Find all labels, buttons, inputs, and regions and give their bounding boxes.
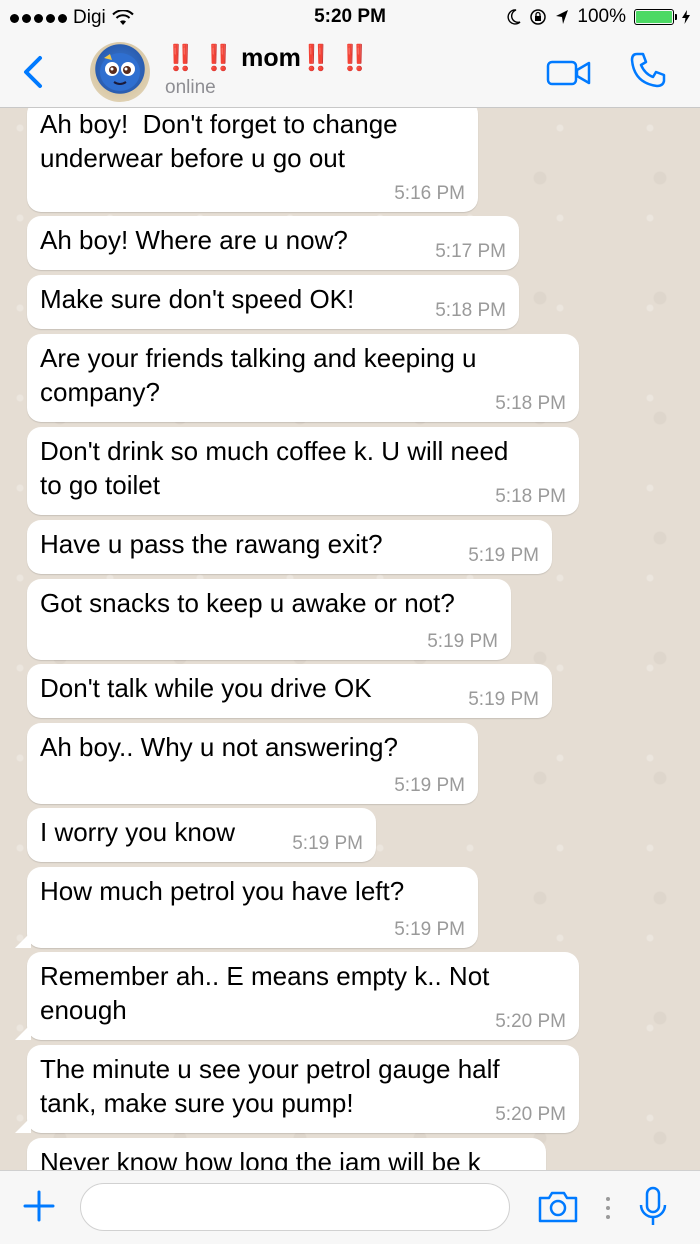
message-time: 5:18 PM [495,393,566,414]
back-button[interactable] [16,50,52,94]
battery-percent: 100% [577,6,626,27]
message-bubble[interactable]: Are your friends talking and keeping u c… [27,334,579,422]
message-text: Don't talk while you drive OK [40,673,372,703]
avatar[interactable] [90,42,150,102]
charging-icon [682,10,690,24]
message-bubble[interactable]: How much petrol you have left? 5:19 PM [15,867,478,948]
message-bubble[interactable]: I worry you know 5:19 PM [27,808,376,862]
message-input[interactable] [80,1183,510,1231]
message-bubble[interactable]: Have u pass the rawang exit? 5:19 PM [27,520,552,574]
rotation-lock-icon [530,9,547,25]
camera-icon [538,1191,578,1223]
camera-button[interactable] [536,1189,580,1225]
message-bubble[interactable]: Remember ah.. E means empty k.. Not enou… [15,952,579,1040]
message-bubble[interactable]: Don't talk while you drive OK 5:19 PM [27,664,552,718]
plus-icon [23,1190,55,1222]
message-time: 5:17 PM [435,241,506,262]
message-time: 5:19 PM [394,775,465,796]
message-bubble[interactable]: Ah boy.. Why u not answering? 5:19 PM [27,723,478,804]
message-bubble[interactable]: Don't drink so much coffee k. U will nee… [27,427,579,515]
message-bubble[interactable]: Ah boy! Don't forget to change underwear… [27,108,478,212]
voice-message-button[interactable] [638,1185,668,1229]
phone-icon [630,52,666,88]
message-bubble[interactable]: Make sure don't speed OK! 5:18 PM [27,275,519,329]
message-time: 5:19 PM [468,689,539,710]
message-time: 5:18 PM [435,300,506,321]
message-text: Ah boy! Don't forget to change underwear… [40,109,398,173]
message-text: Don't drink so much coffee k. U will nee… [40,436,509,500]
message-time: 5:20 PM [495,1104,566,1125]
message-time: 5:19 PM [427,631,498,652]
battery-fill [636,11,672,23]
message-time: 5:20 PM [495,1011,566,1032]
status-right-group: 100% [507,6,690,28]
status-bar: Digi 5:20 PM 100% [0,0,700,36]
message-bubble[interactable]: The minute u see your petrol gauge half … [15,1045,579,1133]
video-call-button[interactable] [546,58,592,88]
voice-call-button[interactable] [628,50,668,90]
message-time: 5:18 PM [495,486,566,507]
moon-icon [507,9,521,25]
contact-name[interactable]: ‼️ ‼️ mom‼️ ‼️ [165,44,370,73]
contact-status: online [165,77,216,98]
message-text: Are your friends talking and keeping u c… [40,343,477,407]
location-icon [556,10,569,24]
message-time: 5:16 PM [394,183,465,204]
battery-icon [634,9,677,25]
microphone-icon [639,1186,667,1225]
message-text: Never know how long the jam will be k [40,1147,481,1170]
message-text: Remember ah.. E means empty k.. Not enou… [40,961,490,1025]
composer-bar [0,1170,700,1244]
message-time: 5:19 PM [394,919,465,940]
message-bubble[interactable]: Ah boy! Where are u now? 5:17 PM [27,216,519,270]
message-text: Have u pass the rawang exit? [40,529,383,559]
message-bubble[interactable]: Never know how long the jam will be k [27,1138,546,1170]
message-bubble[interactable]: Got snacks to keep u awake or not? 5:19 … [27,579,511,660]
avatar-fish-icon [100,53,140,91]
message-text: How much petrol you have left? [40,876,405,906]
message-time: 5:19 PM [292,833,363,854]
message-text: Got snacks to keep u awake or not? [40,588,455,618]
more-dots-icon [606,1197,610,1219]
chevron-left-icon [24,56,42,88]
attach-button[interactable] [20,1187,58,1225]
message-time: 5:19 PM [468,545,539,566]
message-list[interactable]: Ah boy! Don't forget to change underwear… [0,108,700,1170]
video-camera-icon [546,60,591,86]
message-text: The minute u see your petrol gauge half … [40,1054,500,1118]
chat-header: ‼️ ‼️ mom‼️ ‼️ online [0,36,700,108]
message-text: Ah boy.. Why u not answering? [40,732,398,762]
